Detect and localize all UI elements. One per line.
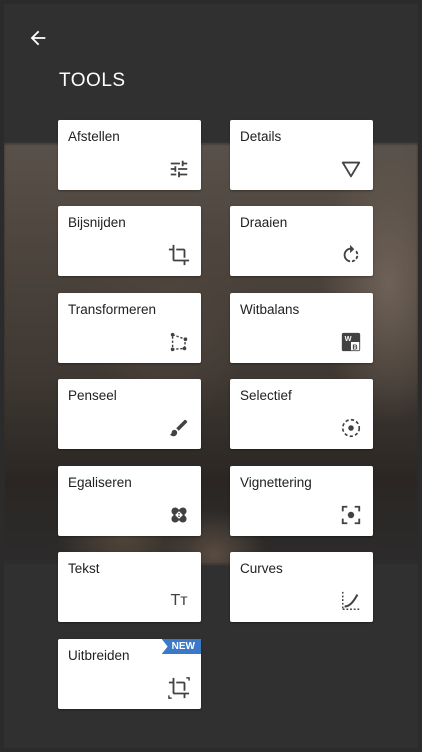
tool-label: Transformeren [68, 302, 157, 317]
page-title: TOOLS [59, 70, 126, 91]
tool-label: Uitbreiden [68, 648, 130, 663]
healing-bandage-icon [167, 503, 191, 527]
brush-icon [167, 416, 191, 440]
curves-icon [339, 589, 363, 613]
tool-afstellen[interactable]: Afstellen [58, 120, 201, 190]
triangle-down-icon [339, 157, 363, 181]
back-button[interactable] [24, 24, 52, 52]
tool-label: Bijsnijden [68, 215, 126, 230]
tool-tekst[interactable]: Tekst Tт [58, 552, 201, 622]
tool-label: Afstellen [68, 129, 120, 144]
expand-icon [167, 676, 191, 700]
tool-label: Egaliseren [68, 475, 132, 490]
arrow-left-icon [30, 30, 46, 46]
tool-label: Penseel [68, 388, 117, 403]
tool-label: Draaien [240, 215, 288, 230]
tool-draaien[interactable]: Draaien [230, 206, 373, 276]
tool-selectief[interactable]: Selectief [230, 379, 373, 449]
tool-label: Curves [240, 561, 283, 576]
svg-text:B: B [352, 342, 357, 351]
svg-text:W: W [345, 334, 352, 343]
text-icon: Tт [170, 592, 188, 609]
tool-witbalans[interactable]: Witbalans W B [230, 293, 373, 363]
crop-icon [167, 243, 191, 267]
tune-sliders-icon [167, 157, 191, 181]
vignette-icon [339, 503, 363, 527]
tool-label: Selectief [240, 388, 292, 403]
tool-transformeren[interactable]: Transformeren [58, 293, 201, 363]
tool-details[interactable]: Details [230, 120, 373, 190]
rotate-icon [339, 243, 363, 267]
tool-label: Details [240, 129, 282, 144]
tool-label: Tekst [68, 561, 100, 576]
tool-label: Witbalans [240, 302, 300, 317]
screen: TOOLS Afstellen Details Bijsnijden Draai… [4, 4, 418, 748]
tool-uitbreiden[interactable]: Uitbreiden NEW [58, 639, 201, 709]
white-balance-icon: W B [339, 330, 363, 354]
tool-penseel[interactable]: Penseel [58, 379, 201, 449]
tool-curves[interactable]: Curves [230, 552, 373, 622]
tool-vignettering[interactable]: Vignettering [230, 466, 373, 536]
selective-target-icon [339, 416, 363, 440]
tool-bijsnijden[interactable]: Bijsnijden [58, 206, 201, 276]
tool-label: Vignettering [240, 475, 312, 490]
perspective-icon [167, 330, 191, 354]
tool-egaliseren[interactable]: Egaliseren [58, 466, 201, 536]
new-badge: NEW [161, 639, 201, 654]
